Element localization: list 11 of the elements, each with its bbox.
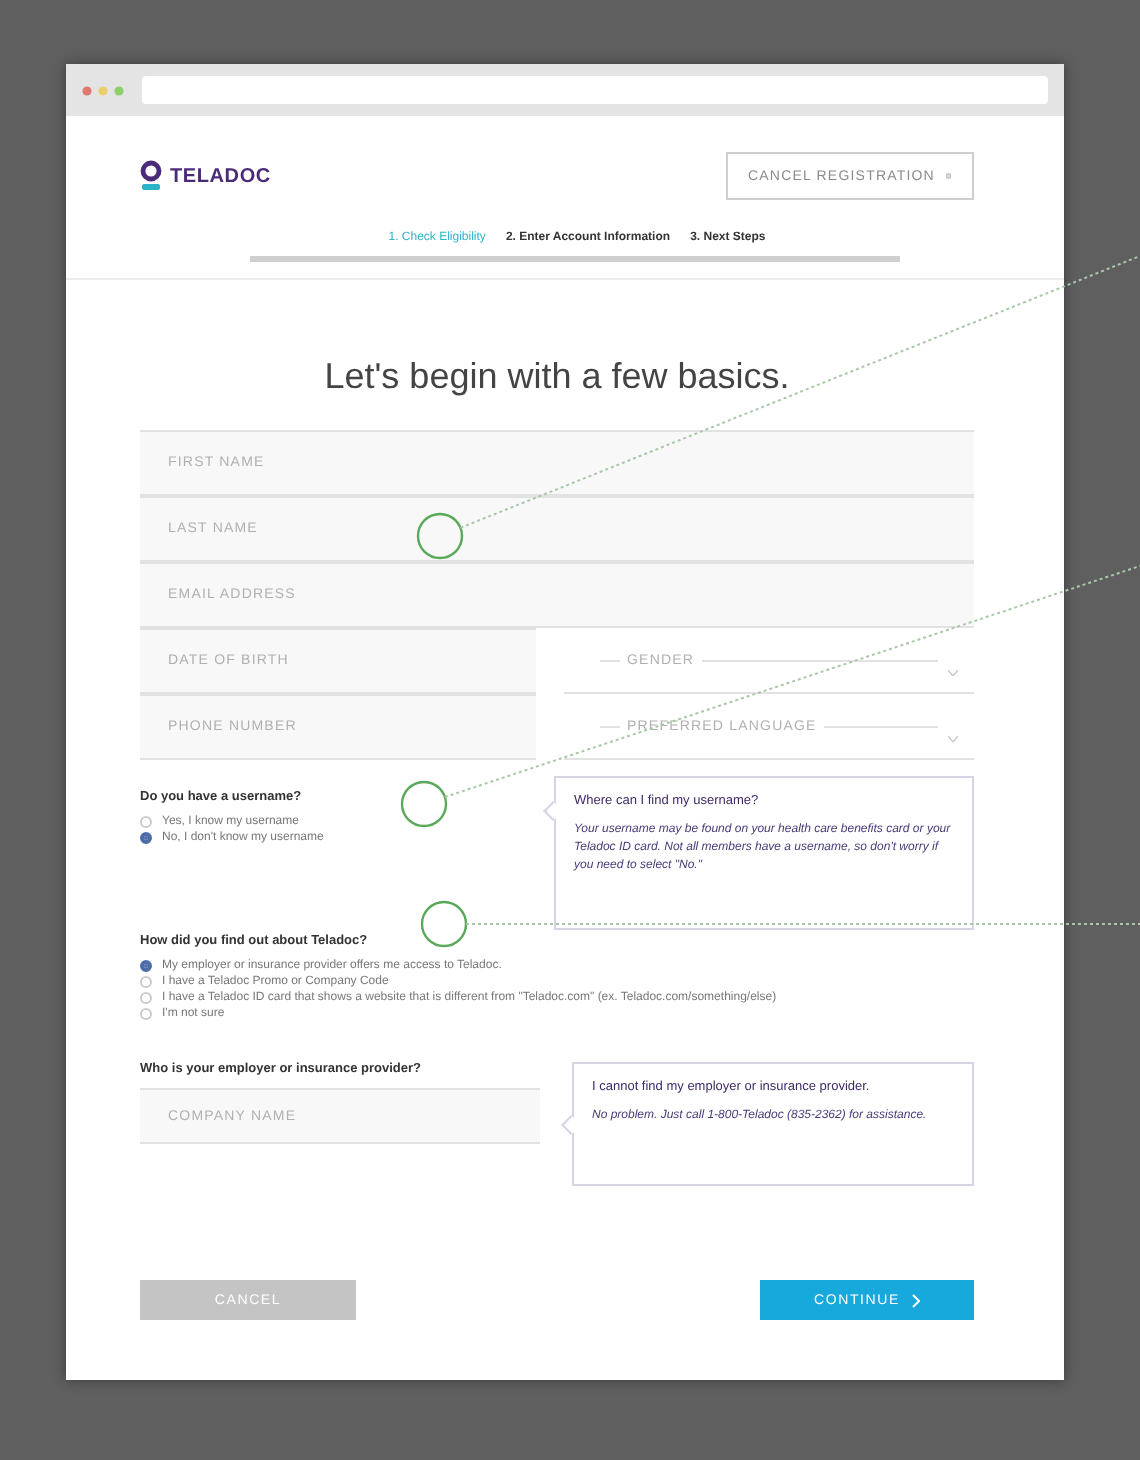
chevron-down-icon (948, 670, 958, 676)
close-icon (946, 170, 952, 182)
logo-text: TELADOC (170, 165, 271, 187)
address-bar[interactable] (142, 76, 1048, 104)
page-heading: Let's begin with a few basics. (322, 356, 792, 398)
window-controls-icon[interactable] (82, 85, 126, 95)
radio-button[interactable] (140, 832, 152, 844)
chevron-right-icon (911, 1293, 920, 1307)
radio-button[interactable] (140, 960, 152, 972)
logo-icon (140, 160, 162, 192)
chevron-down-icon (948, 736, 958, 742)
